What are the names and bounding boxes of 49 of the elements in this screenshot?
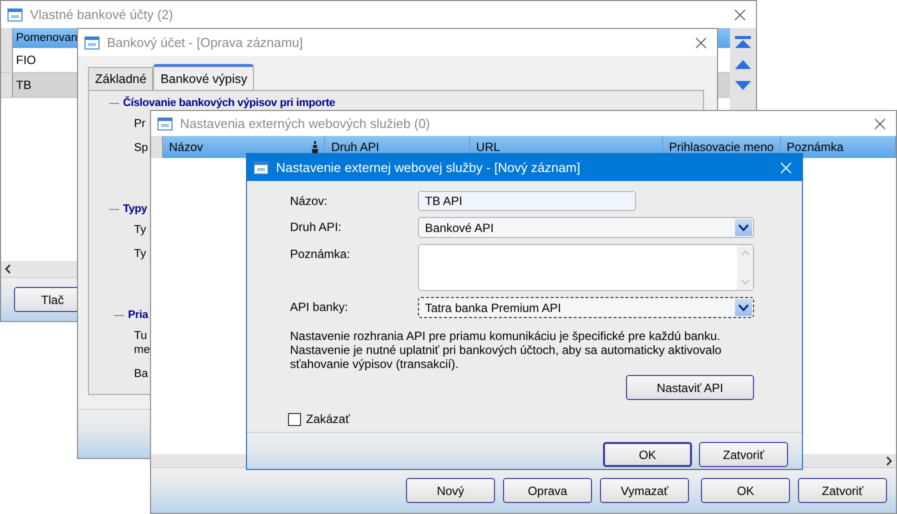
up-arrow-icon[interactable] [734,60,752,70]
field-label: Sp [134,142,148,154]
field-label: Ba [134,368,148,380]
sort-icon [312,141,318,153]
section-heading: Typy [123,203,148,215]
field-label: Druh API: [290,219,342,236]
field-label: Ty [134,248,146,260]
close-icon[interactable] [874,118,886,130]
text-field[interactable]: TB API [418,191,636,211]
table-cell-text: TB [15,77,32,94]
field-label: Poznámka: [290,246,352,263]
field-label: Pr [134,118,146,130]
close-button[interactable]: Zatvoriť [798,478,887,503]
top-arrow-icon[interactable] [734,36,752,50]
checkbox-label: Zakázať [306,412,350,426]
close-icon[interactable] [734,8,746,20]
window-icon [253,160,269,176]
ok-button[interactable]: OK [701,478,790,503]
field-label: Názov: [290,193,328,210]
field-label: Ty [134,224,146,236]
table-cell-text: FIO [15,52,37,69]
window-icon [84,34,100,50]
window-icon [7,6,23,22]
chevron-down-icon[interactable] [738,304,749,312]
info-text: Nastavenie rozhrania API pre priamu komunikáciu je špecifické pre každú banku. Nastavenie je nutné uplatniť pri bankových účtoch, aby sa automaticky aktivovalo sťahovanie výpisov (transakcií). [290,329,722,371]
setup-api-button[interactable]: Nastaviť API [626,375,754,400]
dropdown-field[interactable]: Bankové API [418,217,754,238]
down-arrow-icon[interactable] [734,80,752,90]
delete-button[interactable]: Vymazať [600,478,689,503]
new-button[interactable]: Nový [406,478,495,503]
tab[interactable]: Základné [88,67,154,90]
chevron-left-icon[interactable] [4,264,12,274]
chevron-right-icon[interactable] [885,456,893,466]
ok-button[interactable]: OK [603,442,692,467]
field-label: API banky: [290,299,350,316]
field-label: Tu me [134,330,150,356]
window-title: Nastavenie externej webovej služby - [Nový záznam] [276,160,582,175]
chevron-down-icon[interactable] [738,224,749,232]
checkbox[interactable] [288,412,301,426]
window-title: Nastavenia externých webových služieb (0) [180,116,432,131]
section-heading: Číslovanie bankových výpisov pri importe [123,97,336,109]
window-icon [157,116,173,132]
dropdown-field[interactable]: Tatra banka Premium API [418,297,754,318]
tab[interactable]: Bankové výpisy [153,64,254,90]
section-heading: Pria [128,309,148,321]
window-title: Vlastné bankové účty (2) [30,7,174,22]
close-button[interactable]: Zatvoriť [699,442,788,467]
close-icon[interactable] [695,36,707,48]
edit-button[interactable]: Oprava [503,478,592,503]
